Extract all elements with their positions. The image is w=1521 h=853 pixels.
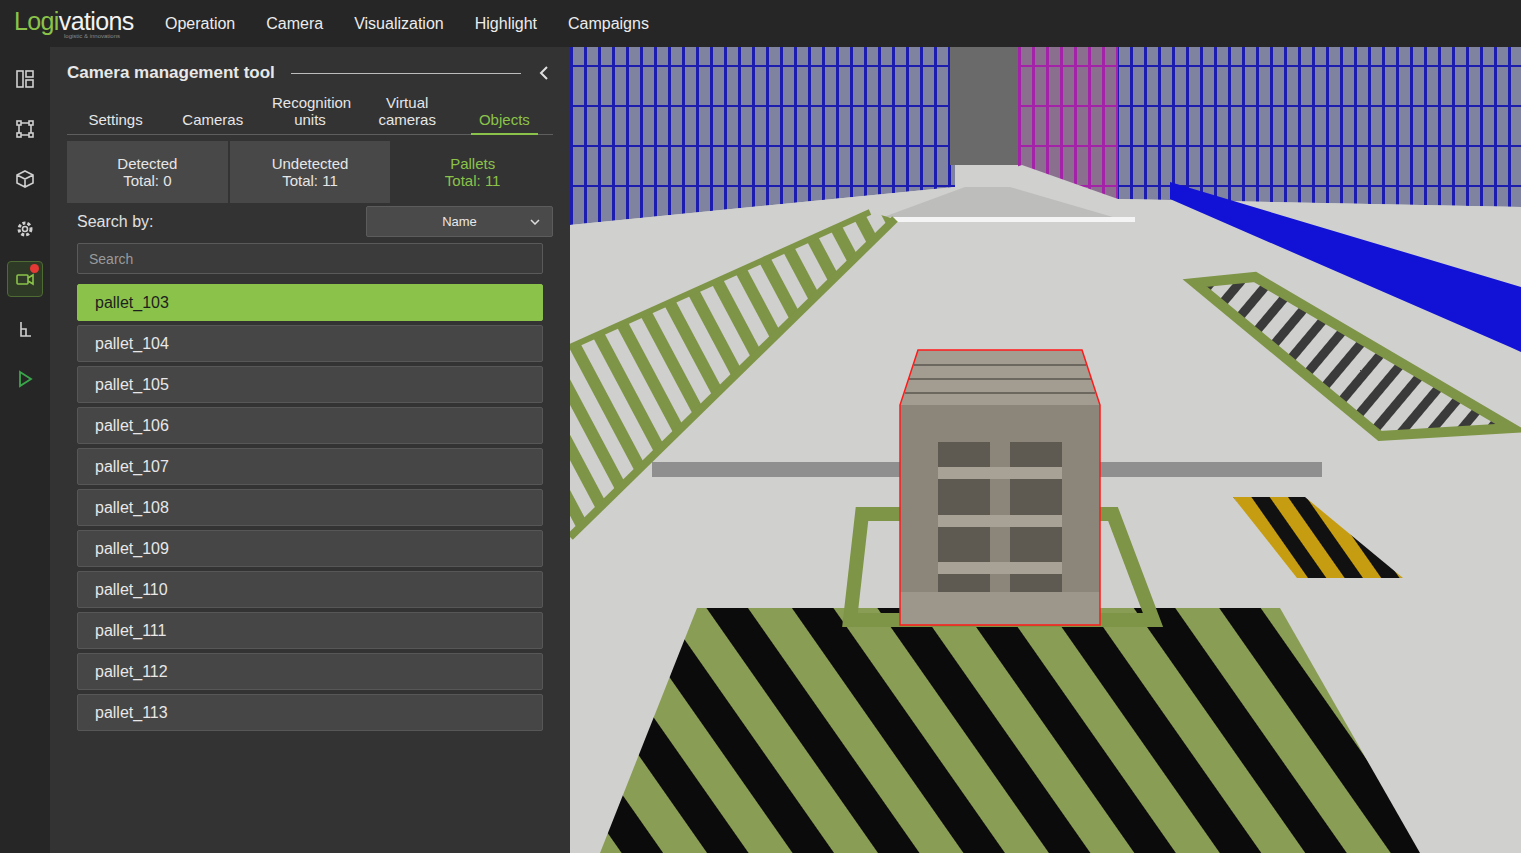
rail-icon-wrap xyxy=(14,168,36,190)
filter-tab[interactable]: UndetectedTotal: 11 xyxy=(230,141,391,203)
filter-label: Undetected xyxy=(272,155,349,172)
search-input[interactable] xyxy=(77,243,543,274)
filter-total: Total: 11 xyxy=(445,172,501,189)
rail-icon-wrap xyxy=(14,268,36,290)
title-rule xyxy=(291,73,521,74)
tab-label[interactable]: Objects xyxy=(471,111,538,135)
rail-icon-wrap xyxy=(14,368,36,390)
object-name: pallet_110 xyxy=(95,578,168,602)
object-row[interactable]: pallet_112 xyxy=(77,653,543,690)
rail-button[interactable] xyxy=(7,211,43,247)
object-name: pallet_111 xyxy=(95,619,166,643)
object-name: pallet_112 xyxy=(95,660,168,684)
object-name: pallet_103 xyxy=(95,291,169,315)
tab-label[interactable]: Settings xyxy=(80,111,150,135)
object-list: pallet_103 pallet_104 pallet_105 pallet_106… xyxy=(77,284,543,731)
rail-button[interactable] xyxy=(7,161,43,197)
object-filter-bar: DetectedTotal: 0UndetectedTotal: 11Palle… xyxy=(67,141,553,203)
alert-dot xyxy=(30,264,39,273)
collapse-chevron-icon[interactable] xyxy=(537,65,551,81)
main-menu: Operation Camera Visualization Highlight Cam… xyxy=(165,12,649,36)
search-by-dropdown[interactable]: Name xyxy=(366,206,553,237)
object-row[interactable]: pallet_108 xyxy=(77,489,543,526)
menu-item[interactable]: Highlight xyxy=(475,12,537,36)
object-row[interactable]: pallet_106 xyxy=(77,407,543,444)
menu-item[interactable]: Visualization xyxy=(354,12,444,36)
object-row[interactable]: pallet_111 xyxy=(77,612,543,649)
tab-label[interactable]: Virtual cameras xyxy=(361,94,453,135)
filter-tab[interactable]: DetectedTotal: 0 xyxy=(67,141,228,203)
tab[interactable]: Objects xyxy=(456,92,553,134)
logo-wordmark: Logivations xyxy=(14,9,165,34)
rail-button[interactable] xyxy=(7,261,43,297)
object-row[interactable]: pallet_105 xyxy=(77,366,543,403)
tab-bar: Settings Cameras Recognition units Virtual … xyxy=(67,92,553,135)
panel-title: Camera management tool xyxy=(67,60,275,86)
box-icon xyxy=(15,169,35,189)
filter-label: Pallets xyxy=(450,155,495,172)
tab-label[interactable]: Cameras xyxy=(174,111,251,135)
menu-item[interactable]: Camera xyxy=(266,12,323,36)
tab-label[interactable]: Recognition units xyxy=(264,94,356,135)
dropdown-value: Name xyxy=(442,212,477,232)
tab-text: Cameras xyxy=(182,111,243,128)
filter-total: Total: 11 xyxy=(282,172,338,189)
object-row[interactable]: pallet_103 xyxy=(77,284,543,321)
object-name: pallet_113 xyxy=(95,701,168,725)
rail-button[interactable] xyxy=(7,311,43,347)
icon-rail xyxy=(0,47,50,853)
tab[interactable]: Recognition units xyxy=(261,92,358,134)
tab-text: Virtual cameras xyxy=(378,94,436,128)
dropdown-caret-icon xyxy=(530,219,540,225)
object-row[interactable]: pallet_110 xyxy=(77,571,543,608)
gear-icon xyxy=(15,219,35,239)
top-bar: Logivationslogistic & innovations Operat… xyxy=(0,0,1521,47)
logo-tagline: logistic & innovations xyxy=(14,33,165,39)
tab-text: Recognition units xyxy=(272,94,351,128)
object-name: pallet_107 xyxy=(95,455,169,479)
object-name: pallet_106 xyxy=(95,414,169,438)
logo-prefix: Logi xyxy=(14,9,59,34)
menu-item[interactable]: Operation xyxy=(165,12,235,36)
rail-icon-wrap xyxy=(14,68,36,90)
rail-icon-wrap xyxy=(14,118,36,140)
object-name: pallet_109 xyxy=(95,537,169,561)
filter-label: Detected xyxy=(117,155,177,172)
object-row[interactable]: pallet_109 xyxy=(77,530,543,567)
play-icon xyxy=(15,369,35,389)
object-name: pallet_105 xyxy=(95,373,169,397)
tab[interactable]: Cameras xyxy=(164,92,261,134)
object-row[interactable]: pallet_104 xyxy=(77,325,543,362)
dashboard-icon xyxy=(15,69,35,89)
tab[interactable]: Settings xyxy=(67,92,164,134)
tab-text: Settings xyxy=(88,111,142,128)
rail-icon-wrap xyxy=(14,218,36,240)
object-name: pallet_104 xyxy=(95,332,169,356)
search-by-label: Search by: xyxy=(77,210,153,234)
rail-icon-wrap xyxy=(14,318,36,340)
tab[interactable]: Virtual cameras xyxy=(359,92,456,134)
object-row[interactable]: pallet_113 xyxy=(77,694,543,731)
device-icon xyxy=(15,319,35,339)
warehouse-3d-view[interactable] xyxy=(570,47,1521,853)
route-icon xyxy=(15,119,35,139)
scene-canvas[interactable] xyxy=(570,47,1521,853)
menu-item[interactable]: Campaigns xyxy=(568,12,649,36)
rail-button[interactable] xyxy=(7,61,43,97)
camera-panel: Camera management tool Settings Cameras Re… xyxy=(50,47,570,853)
rail-button[interactable] xyxy=(7,111,43,147)
logo-suffix: vations xyxy=(59,9,134,34)
tab-text: Objects xyxy=(479,111,530,128)
rail-button[interactable] xyxy=(7,361,43,397)
logo[interactable]: Logivationslogistic & innovations xyxy=(0,9,165,39)
object-name: pallet_108 xyxy=(95,496,169,520)
object-row[interactable]: pallet_107 xyxy=(77,448,543,485)
filter-total: Total: 0 xyxy=(123,172,171,189)
filter-tab[interactable]: PalletsTotal: 11 xyxy=(392,141,553,203)
